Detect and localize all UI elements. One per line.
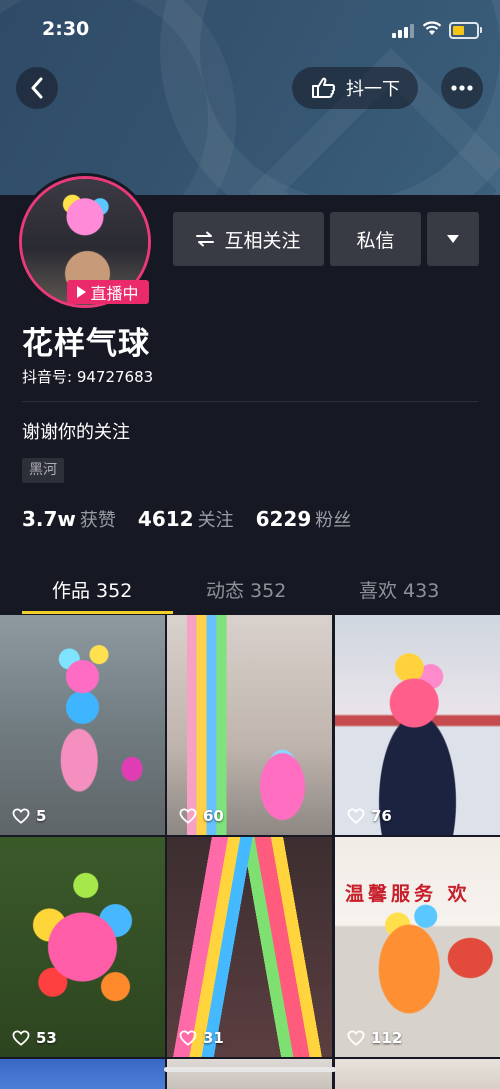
bio: 谢谢你的关注 — [22, 422, 130, 443]
like-count-value: 31 — [203, 1029, 224, 1047]
video-thumbnail[interactable] — [167, 1059, 332, 1089]
video-cover — [167, 837, 332, 1057]
tab-likes[interactable]: 喜欢 433 — [359, 576, 439, 603]
active-tab-indicator — [22, 611, 173, 614]
mutual-follow-button[interactable]: 互相关注 — [173, 212, 324, 266]
message-label: 私信 — [356, 229, 395, 252]
like-count-value: 5 — [36, 807, 47, 825]
hand-pointing-icon — [312, 77, 336, 98]
like-count: 112 — [347, 1029, 402, 1047]
video-thumbnail[interactable] — [0, 1059, 165, 1089]
profile-tabs: 作品 352 动态 352 喜欢 433 — [0, 560, 500, 614]
play-icon — [77, 286, 87, 298]
live-badge-label: 直播中 — [90, 284, 139, 303]
cellular-signal-icon — [392, 24, 414, 38]
like-count-value: 53 — [36, 1029, 57, 1047]
tab-works[interactable]: 作品 352 — [52, 576, 132, 603]
video-thumbnail[interactable]: 温馨服务 欢 112 — [335, 837, 500, 1057]
status-bar: 2:30 — [0, 0, 500, 60]
live-badge[interactable]: 直播中 — [67, 280, 149, 304]
shake-button-label: 抖一下 — [346, 79, 400, 100]
more-options-button[interactable] — [441, 67, 483, 109]
nickname: 花样气球 — [22, 326, 150, 362]
video-thumbnail[interactable] — [335, 1059, 500, 1089]
wifi-icon — [422, 21, 442, 35]
video-sign-text: 温馨服务 欢 — [345, 883, 471, 905]
heart-outline-icon — [179, 1030, 197, 1046]
location-tag: 黑河 — [22, 458, 64, 483]
chevron-left-icon — [31, 77, 43, 99]
like-count: 31 — [179, 1029, 224, 1047]
stat-label: 关注 — [197, 510, 234, 531]
profile-stats: 3.7w 获赞 4612 关注 6229 粉丝 — [22, 506, 373, 532]
stat-following[interactable]: 4612 关注 — [138, 506, 234, 532]
message-button[interactable]: 私信 — [330, 212, 421, 266]
tab-dynamic[interactable]: 动态 352 — [206, 576, 286, 603]
heart-outline-icon — [347, 1030, 365, 1046]
video-thumbnail[interactable]: 31 — [167, 837, 332, 1057]
video-thumbnail[interactable]: 5 — [0, 615, 165, 835]
stat-label: 粉丝 — [315, 510, 352, 531]
video-cover — [167, 615, 332, 835]
like-count-value: 112 — [371, 1029, 403, 1047]
stat-value: 6229 — [255, 507, 312, 531]
like-count: 76 — [347, 807, 392, 825]
back-button[interactable] — [16, 67, 58, 109]
battery-icon — [449, 22, 482, 39]
video-cover — [335, 615, 500, 835]
status-time: 2:30 — [42, 18, 90, 40]
stat-likes[interactable]: 3.7w 获赞 — [22, 506, 116, 532]
video-cover — [0, 837, 165, 1057]
like-count: 5 — [12, 807, 46, 825]
stat-followers[interactable]: 6229 粉丝 — [256, 506, 352, 532]
video-cover: 温馨服务 欢 — [335, 837, 500, 1057]
divider — [22, 401, 478, 402]
heart-outline-icon — [347, 808, 365, 824]
video-thumbnail[interactable]: 60 — [167, 615, 332, 835]
caret-down-icon — [447, 235, 459, 243]
like-count-value: 76 — [371, 807, 392, 825]
stat-value: 4612 — [137, 507, 194, 531]
heart-outline-icon — [179, 808, 197, 824]
like-count: 53 — [12, 1029, 57, 1047]
more-dots-icon — [451, 85, 473, 91]
video-cover — [0, 615, 165, 835]
mutual-follow-label: 互相关注 — [224, 229, 301, 252]
video-thumbnail[interactable]: 76 — [335, 615, 500, 835]
swap-arrows-icon — [196, 231, 215, 247]
like-count-value: 60 — [203, 807, 224, 825]
douyin-id: 抖音号: 94727683 — [22, 368, 154, 386]
like-count: 60 — [179, 807, 224, 825]
stat-label: 获赞 — [79, 510, 116, 531]
home-indicator[interactable] — [164, 1067, 336, 1072]
video-thumbnail[interactable]: 53 — [0, 837, 165, 1057]
recommend-dropdown-button[interactable] — [427, 212, 479, 266]
stat-value: 3.7w — [22, 507, 76, 531]
heart-outline-icon — [12, 1030, 30, 1046]
heart-outline-icon — [12, 808, 30, 824]
shake-button[interactable]: 抖一下 — [292, 67, 418, 109]
